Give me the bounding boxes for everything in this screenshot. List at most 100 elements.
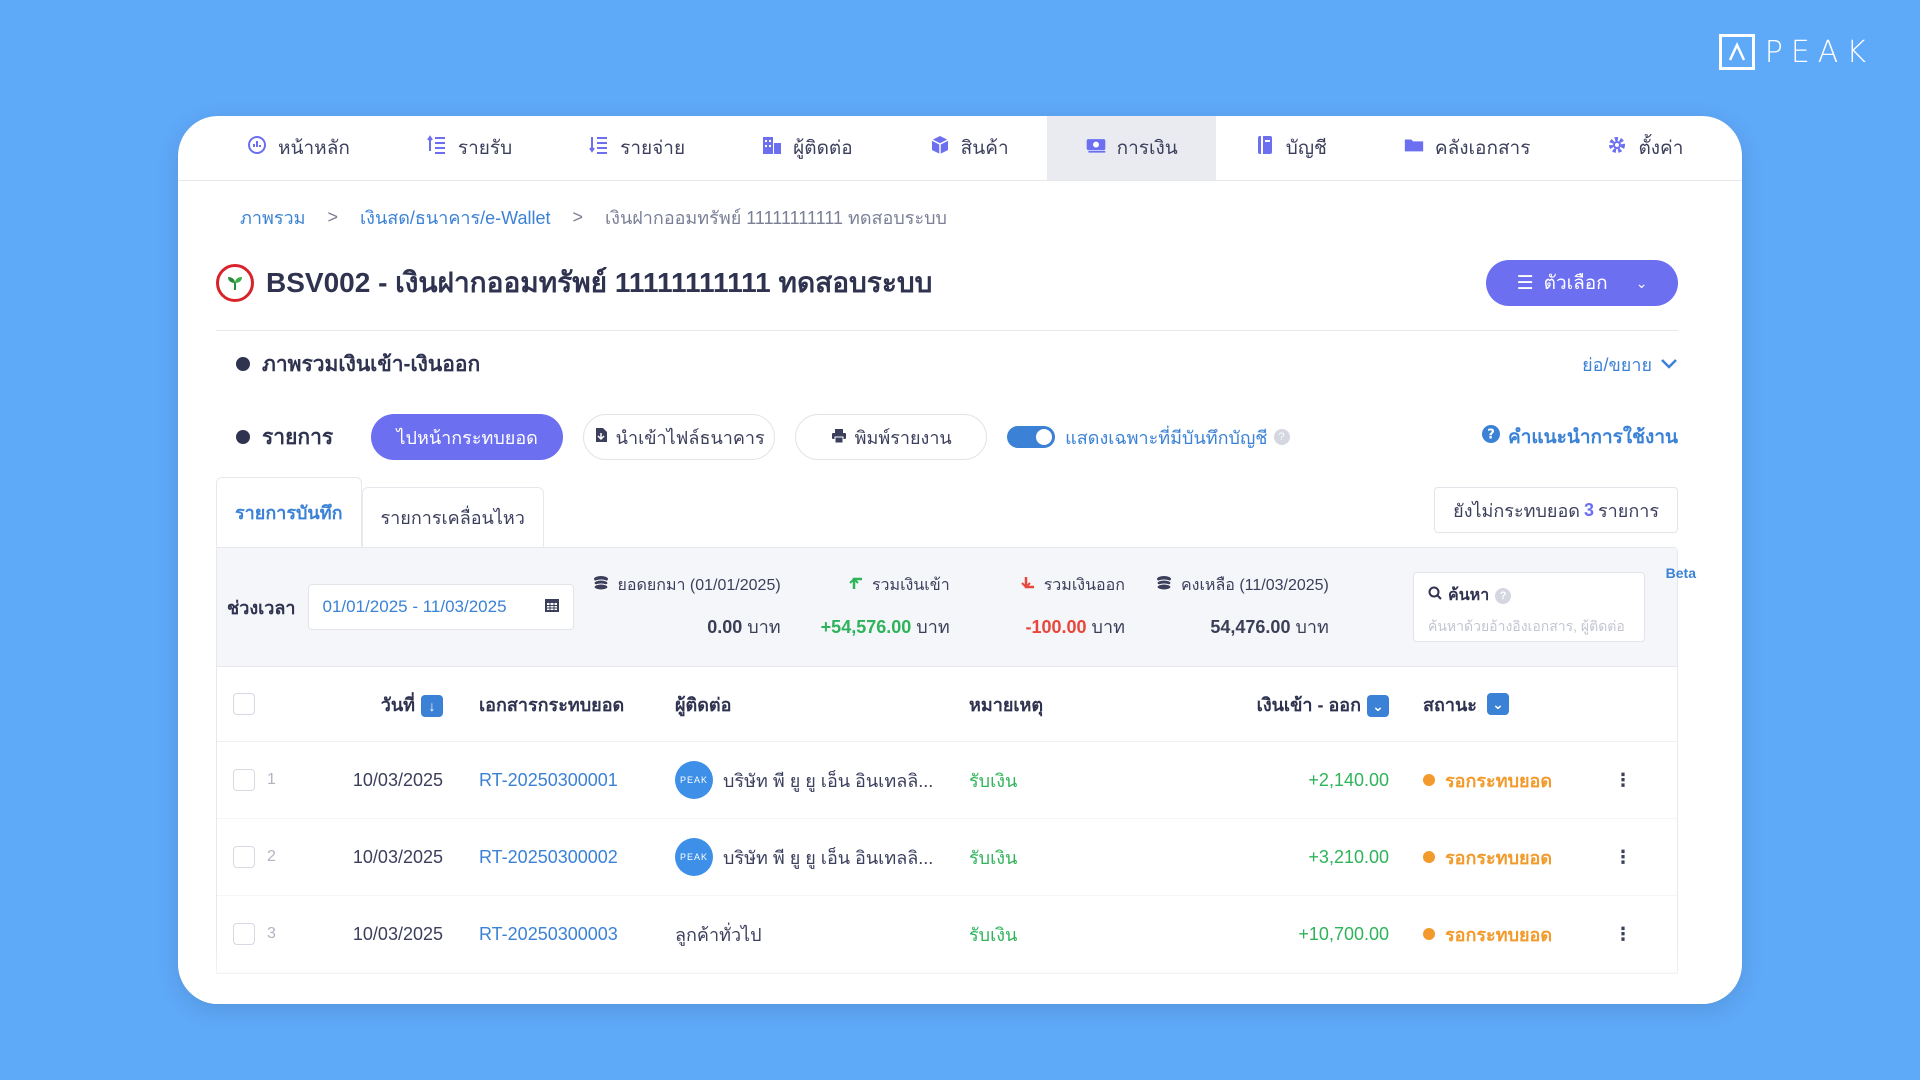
- nav-item-products[interactable]: สินค้า: [891, 116, 1047, 180]
- search-field[interactable]: ค้นหา? ค้นหาด้วยอ้างอิงเอกสาร, ผู้ติดต่อ: [1413, 572, 1645, 642]
- status-dot-icon: [1423, 928, 1435, 940]
- help-icon[interactable]: ?: [1495, 587, 1512, 604]
- table-row[interactable]: 2 10/03/2025 RT-20250300002 PEAK บริษัท พ…: [217, 819, 1677, 896]
- date-range-value: 01/01/2025 - 11/03/2025: [322, 597, 507, 616]
- import-bank-file-button[interactable]: นำเข้าไฟล์ธนาคาร: [583, 414, 776, 460]
- nav-label: รายจ่าย: [620, 138, 686, 159]
- row-doc-link[interactable]: RT-20250300003: [443, 924, 675, 945]
- toggle-label: แสดงเฉพาะที่มีบันทึกบัญชี ?: [1065, 423, 1290, 452]
- print-report-button[interactable]: พิมพ์รายงาน: [795, 414, 988, 460]
- select-all-checkbox[interactable]: [233, 693, 255, 715]
- peak-logo-icon: [1718, 34, 1755, 70]
- menu-lines-icon: ☰: [1516, 272, 1534, 294]
- import-label: นำเข้าไฟล์ธนาคาร: [615, 427, 765, 448]
- chevron-down-icon[interactable]: ⌄: [1367, 695, 1389, 717]
- more-vertical-icon[interactable]: ⋮: [1603, 847, 1643, 868]
- row-date: 10/03/2025: [352, 846, 443, 867]
- nav-item-documents[interactable]: คลังเอกสาร: [1365, 116, 1569, 180]
- page-title: BSV002 - เงินฝากออมทรัพย์ 11111111111 ทด…: [266, 267, 933, 298]
- options-button[interactable]: ☰ ตัวเลือก ⌄: [1486, 260, 1678, 306]
- table-row[interactable]: 1 10/03/2025 RT-20250300001 PEAK บริษัท พ…: [217, 742, 1677, 819]
- nav-item-finance[interactable]: การเงิน: [1046, 116, 1216, 180]
- opening-label: ยอดยกมา (01/01/2025): [617, 577, 781, 594]
- amount-header[interactable]: เงินเข้า - ออก: [1257, 695, 1361, 715]
- arrow-out-icon: [1020, 575, 1036, 596]
- search-label: ค้นหา: [1448, 587, 1490, 604]
- accounting-only-toggle[interactable]: [1007, 426, 1056, 448]
- usage-guide-link[interactable]: ? คำแนะนำการใช้งาน: [1482, 422, 1678, 452]
- bank-logo-icon: [216, 264, 254, 302]
- status-header[interactable]: สถานะ: [1423, 690, 1477, 719]
- folder-icon: [1403, 134, 1425, 162]
- coins-icon: [1155, 575, 1173, 596]
- help-icon[interactable]: ?: [1273, 429, 1290, 445]
- inflow-value: +54,576.00: [820, 617, 912, 637]
- tab-records[interactable]: รายการบันทึก: [216, 477, 362, 547]
- nav-label: สินค้า: [960, 138, 1009, 159]
- pending-count: 3: [1583, 499, 1594, 520]
- row-note: รับเงิน: [969, 770, 1018, 791]
- nav-item-contacts[interactable]: ผู้ติดต่อ: [723, 116, 891, 180]
- row-note: รับเงิน: [969, 847, 1018, 868]
- row-doc-link[interactable]: RT-20250300001: [443, 770, 675, 791]
- search-input[interactable]: ค้นหาด้วยอ้างอิงเอกสาร, ผู้ติดต่อ: [1428, 616, 1630, 638]
- calendar-icon: [544, 597, 559, 617]
- row-checkbox[interactable]: [233, 769, 255, 791]
- chevron-down-icon: ⌄: [1635, 274, 1648, 291]
- product-box-icon: [929, 134, 951, 162]
- overview-title: ภาพรวมเงินเข้า-เงินออก: [262, 352, 481, 376]
- toggle-label-text: แสดงเฉพาะที่มีบันทึกบัญชี: [1065, 427, 1268, 448]
- file-import-icon: [594, 427, 608, 448]
- guide-label: คำแนะนำการใช้งาน: [1508, 427, 1678, 448]
- bullet-icon: [236, 357, 250, 371]
- nav-item-income[interactable]: รายรับ: [388, 116, 550, 180]
- row-checkbox[interactable]: [233, 923, 255, 945]
- nav-label: คลังเอกสาร: [1434, 138, 1531, 159]
- breadcrumb-link-cash-bank[interactable]: เงินสด/ธนาคาร/e-Wallet: [360, 203, 551, 232]
- overview-section-header: ภาพรวมเงินเข้า-เงินออก ย่อ/ขยาย: [216, 331, 1678, 397]
- more-vertical-icon[interactable]: ⋮: [1603, 770, 1643, 791]
- unreconciled-count-badge[interactable]: ยังไม่กระทบยอด 3 รายการ: [1434, 487, 1678, 533]
- total-outflow-stat: รวมเงินออก -100.00 บาท: [1020, 573, 1125, 641]
- opening-value: 0.00: [707, 617, 743, 637]
- money-icon: [1085, 134, 1107, 162]
- date-range-picker[interactable]: 01/01/2025 - 11/03/2025: [307, 584, 574, 630]
- nav-item-expense[interactable]: รายจ่าย: [550, 116, 723, 180]
- closing-balance-stat: คงเหลือ (11/03/2025) 54,476.00 บาท: [1155, 573, 1329, 641]
- beta-badge: Beta: [1665, 565, 1696, 581]
- nav-item-settings[interactable]: ตั้งค่า: [1568, 116, 1721, 180]
- nav-label: ตั้งค่า: [1638, 138, 1684, 159]
- row-date: 10/03/2025: [352, 769, 443, 790]
- chevron-down-icon[interactable]: ⌄: [1486, 693, 1509, 715]
- nav-label: ผู้ติดต่อ: [793, 138, 853, 159]
- accounting-book-icon: [1254, 134, 1276, 162]
- breadcrumb-link-overview[interactable]: ภาพรวม: [240, 203, 305, 232]
- breadcrumb-current: เงินฝากออมทรัพย์ 11111111111 ทดสอบระบบ: [605, 208, 947, 228]
- nav-item-home[interactable]: หน้าหลัก: [208, 116, 388, 180]
- sort-down-icon[interactable]: ↓: [421, 694, 443, 717]
- more-vertical-icon[interactable]: ⋮: [1603, 924, 1643, 945]
- print-label: พิมพ์รายงาน: [854, 427, 952, 448]
- go-to-reconcile-button[interactable]: ไปหน้ากระทบยอด: [371, 414, 564, 460]
- row-checkbox[interactable]: [233, 846, 255, 868]
- period-label: ช่วงเวลา: [227, 597, 296, 618]
- date-header[interactable]: วันที่: [381, 695, 415, 715]
- nav-label: รายรับ: [457, 138, 513, 159]
- unit-label: บาท: [1295, 617, 1329, 637]
- summary-bar: ช่วงเวลา 01/01/2025 - 11/03/2025 ยอดยกมา…: [217, 548, 1677, 666]
- options-label: ตัวเลือก: [1543, 273, 1608, 294]
- transactions-panel: ช่วงเวลา 01/01/2025 - 11/03/2025 ยอดยกมา…: [216, 547, 1678, 974]
- row-doc-link[interactable]: RT-20250300002: [443, 847, 675, 868]
- row-contact: บริษัท พี ยู ยู เอ็น อินเทลลิ...: [723, 847, 934, 868]
- status-dot-icon: [1423, 774, 1435, 786]
- status-dot-icon: [1423, 851, 1435, 863]
- collapse-toggle[interactable]: ย่อ/ขยาย: [1582, 350, 1678, 379]
- row-number: 1: [267, 771, 276, 788]
- contact-avatar: PEAK: [675, 838, 713, 876]
- contacts-icon: [761, 134, 783, 162]
- tab-movements[interactable]: รายการเคลื่อนไหว: [361, 487, 544, 547]
- scroll-fade: [178, 944, 1742, 1004]
- chevron-down-icon: [1661, 359, 1677, 369]
- row-number: 2: [267, 848, 276, 865]
- nav-item-accounting[interactable]: บัญชี: [1216, 116, 1365, 180]
